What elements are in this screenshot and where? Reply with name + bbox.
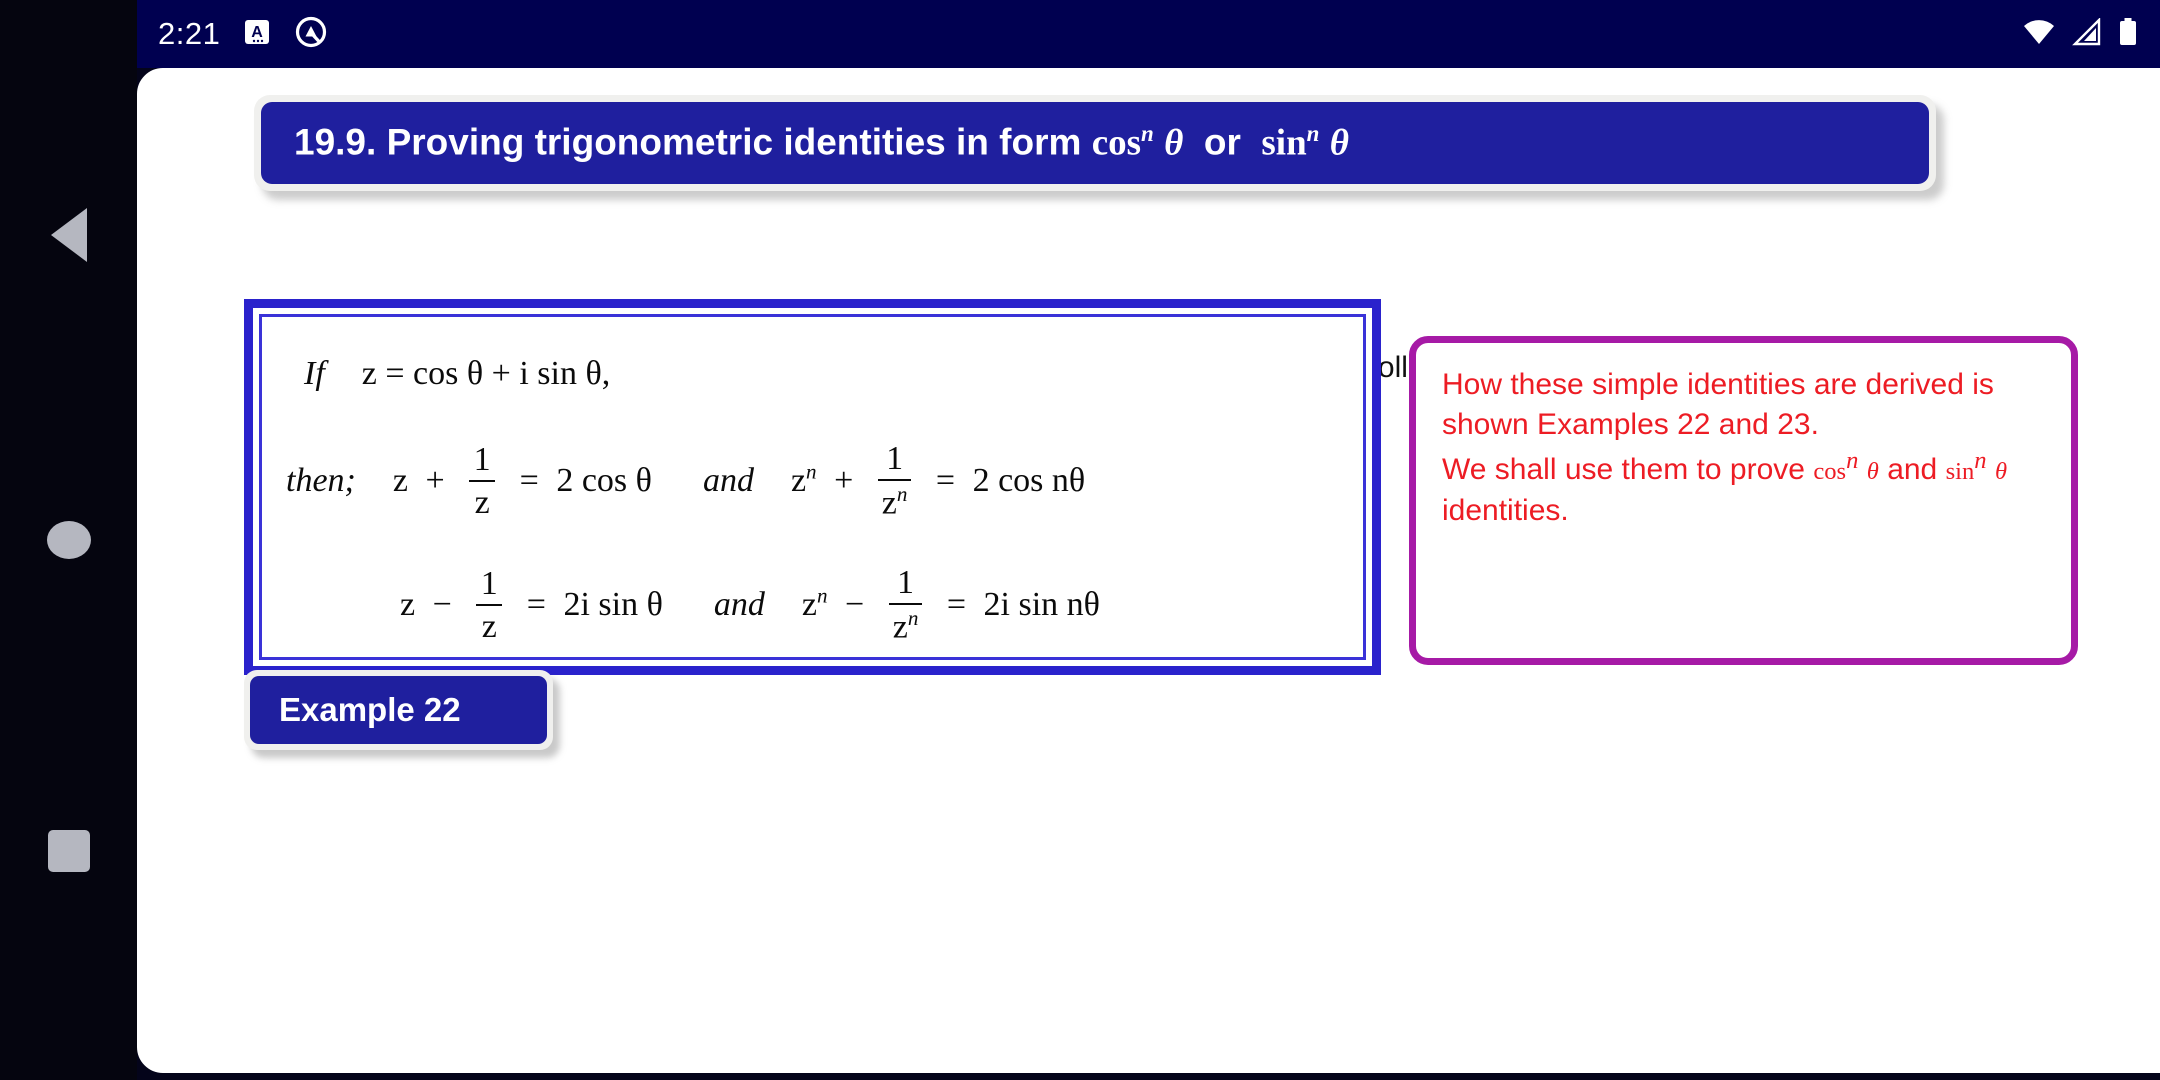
eq2-lhs2-sup: n: [806, 459, 817, 484]
title-expr1-var: θ: [1164, 122, 1184, 164]
example-button-label: Example 22: [279, 691, 461, 728]
callout-p2-tail: identities.: [1442, 493, 1569, 527]
eq2-frac1-denominator: z: [474, 484, 490, 522]
status-bar: 2:21 A: [137, 0, 2160, 68]
battery-icon: [2118, 17, 2138, 52]
svg-text:A: A: [252, 24, 264, 41]
eq1-expression: z = cos θ + i sin θ,: [361, 355, 611, 392]
eq2-lhs2-var: z: [790, 461, 807, 499]
eq3-fraction-1: 1 z: [476, 564, 503, 646]
eq3-equals: =: [526, 585, 546, 623]
slide-content-card: 19.9. Proving trigonometric identities i…: [137, 68, 2160, 1073]
home-circle-icon[interactable]: [46, 521, 91, 559]
eq3-frac2-den-sup: n: [907, 606, 919, 631]
eq2-frac2-numerator: 1: [886, 440, 904, 477]
eq2-frac1-numerator: 1: [473, 440, 491, 478]
eq2-keyword: then;: [286, 461, 356, 499]
title-expr1-sup: n: [1141, 121, 1154, 147]
eq3-lhs2-var: z: [801, 585, 817, 623]
android-navigation-bar: [0, 0, 137, 1080]
title-conjunction: or: [1203, 121, 1241, 163]
eq3-frac2-denominator: zn: [892, 606, 919, 646]
callout-expr1-var: θ: [1866, 458, 1879, 486]
eq3-frac1-numerator: 1: [480, 564, 498, 602]
eq2-lhs2-op: +: [834, 461, 854, 499]
eq3-lhs2-op: −: [845, 585, 865, 623]
eq2-frac1-bar: [469, 480, 496, 483]
eq3-lhs-op: −: [432, 585, 452, 623]
title-expr2-var: θ: [1329, 122, 1349, 164]
eq3-rhs2: 2i sin nθ: [983, 585, 1100, 623]
eq2-frac2-den-sup: n: [896, 482, 908, 507]
callout-paragraph-1: How these simple identities are derived …: [1442, 368, 1994, 442]
eq2-equals: =: [519, 461, 539, 499]
title-lead-text: 19.9. Proving trigonometric identities i…: [294, 121, 1082, 163]
eq2-fraction-1: 1 z: [469, 440, 496, 522]
eq2-lhs-var: z: [392, 461, 408, 499]
eq3-frac1-bar: [476, 604, 503, 607]
identities-math-box-inner: If z = cos θ + i sin θ, then; z + 1 z = …: [259, 314, 1366, 660]
page-title: 19.9. Proving trigonometric identities i…: [294, 121, 1349, 164]
identities-math-box: If z = cos θ + i sin θ, then; z + 1 z = …: [244, 299, 1381, 675]
eq2-rhs: 2 cos θ: [556, 461, 652, 499]
status-bar-left-group: 2:21 A: [158, 15, 328, 54]
status-bar-clock: 2:21: [158, 16, 221, 51]
callout-note: How these simple identities are derived …: [1409, 336, 2078, 665]
eq2-conjunction: and: [702, 461, 754, 499]
presentation-slide: 19.9. Proving trigonometric identities i…: [141, 72, 2156, 1069]
callout-p2-lead: We shall use them to prove: [1442, 453, 1805, 487]
callout-expr2-base: sin: [1945, 458, 1975, 486]
status-bar-right-group: [2022, 16, 2138, 52]
equation-line-1: If z = cos θ + i sin θ,: [304, 355, 610, 393]
keyboard-input-icon[interactable]: A: [242, 17, 272, 52]
eq1-keyword: If: [304, 355, 325, 392]
eq2-equals-2: =: [935, 461, 956, 499]
callout-paragraph-2: We shall use them to prove cosn θ and si…: [1442, 445, 2045, 530]
wifi-icon: [2022, 18, 2056, 51]
example-22-button[interactable]: Example 22: [250, 676, 547, 744]
eq3-fraction-2: 1 zn: [888, 564, 923, 646]
eq3-equals-2: =: [946, 585, 967, 623]
callout-expr2-sup: n: [1974, 447, 1987, 475]
eq3-lhs2-sup: n: [816, 583, 828, 608]
equation-line-3: z − 1 z = 2i sin θ and zn − 1 zn = 2i si…: [400, 564, 1100, 647]
title-expr2-base: sin: [1261, 122, 1307, 164]
eq2-rhs2: 2 cos nθ: [972, 461, 1086, 499]
eq2-frac2-denominator: zn: [881, 482, 908, 522]
eq3-lhs-var: z: [400, 585, 416, 623]
eq3-frac1-denominator: z: [481, 608, 497, 646]
callout-expr1-sup: n: [1846, 447, 1859, 475]
eq2-fraction-2: 1 zn: [877, 440, 912, 522]
callout-p2-joiner: and: [1887, 453, 1938, 487]
eq3-frac2-numerator: 1: [897, 564, 915, 601]
eq3-rhs: 2i sin θ: [563, 585, 663, 623]
back-triangle-icon[interactable]: [50, 208, 87, 262]
equation-line-2: then; z + 1 z = 2 cos θ and zn + 1 zn = …: [286, 440, 1086, 523]
quizlet-circle-icon[interactable]: [294, 15, 328, 54]
slide-title-banner: 19.9. Proving trigonometric identities i…: [261, 102, 1929, 184]
callout-expr1-base: cos: [1813, 458, 1847, 486]
eq3-conjunction: and: [713, 585, 765, 623]
eq2-frac2-bar: [877, 479, 912, 482]
example-button-frame: Example 22: [244, 670, 553, 750]
eq3-frac2-bar: [888, 603, 923, 606]
title-expr1-base: cos: [1091, 122, 1142, 164]
cellular-signal-icon: [2072, 16, 2102, 51]
callout-expr2-var: θ: [1994, 458, 2008, 486]
recents-square-icon[interactable]: [47, 830, 90, 872]
slide-title-frame: 19.9. Proving trigonometric identities i…: [254, 95, 1936, 191]
android-screen: 2:21 A 19.9. Proving trigonometric ident…: [0, 0, 2160, 1080]
title-expr2-sup: n: [1306, 121, 1320, 147]
eq2-lhs-op: +: [425, 461, 445, 499]
